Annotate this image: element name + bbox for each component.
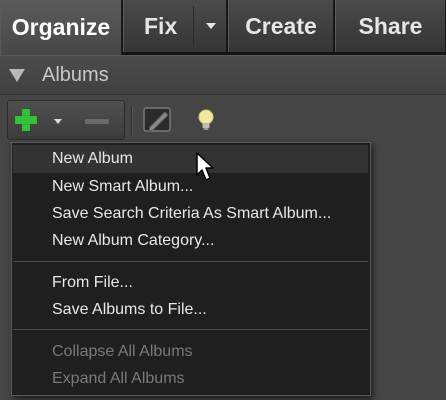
albums-toolbar (7, 100, 445, 140)
menu-separator (13, 261, 368, 262)
tab-organize-label: Organize (11, 14, 111, 40)
tab-share[interactable]: Share (335, 0, 446, 52)
albums-title: Albums (42, 64, 109, 86)
add-album-button[interactable] (13, 105, 67, 137)
menu-item-save-search-criteria[interactable]: Save Search Criteria As Smart Album... (13, 200, 368, 228)
menu-item-new-smart-album[interactable]: New Smart Album... (13, 173, 368, 201)
tab-create[interactable]: Create (228, 0, 334, 52)
edit-icon (143, 107, 171, 132)
menu-item-new-album[interactable]: New Album (13, 145, 368, 173)
tab-fix-label: Fix (144, 12, 178, 39)
chevron-down-icon (206, 23, 216, 29)
tips-button[interactable] (191, 105, 221, 135)
remove-album-button[interactable] (80, 105, 116, 137)
tab-create-label: Create (245, 12, 317, 39)
albums-header[interactable]: Albums (0, 55, 446, 95)
add-remove-group (7, 100, 125, 140)
workspace-tab-bar: Organize Fix Create Share (0, 0, 446, 55)
toolbar-divider (131, 106, 133, 136)
tab-fix[interactable]: Fix (123, 0, 227, 52)
edit-album-button[interactable] (141, 105, 175, 135)
tab-organize[interactable]: Organize (0, 0, 122, 55)
menu-item-new-album-category[interactable]: New Album Category... (13, 227, 368, 255)
menu-item-expand-all-albums: Expand All Albums (52, 370, 185, 387)
chevron-down-icon (54, 119, 62, 124)
collapse-triangle-icon[interactable] (9, 69, 25, 82)
fix-dropdown-button[interactable] (194, 0, 228, 52)
tab-share-label: Share (358, 12, 423, 39)
menu-separator (13, 329, 368, 330)
menu-item-from-file[interactable]: From File... (13, 269, 368, 297)
menu-item-collapse-all-albums: Collapse All Albums (52, 343, 193, 360)
mouse-pointer-icon (196, 152, 214, 181)
add-album-menu: New Album New Smart Album... Save Search… (11, 142, 371, 396)
menu-item-save-albums-to-file[interactable]: Save Albums to File... (13, 296, 368, 324)
lightbulb-icon (198, 109, 214, 130)
minus-icon (85, 119, 109, 124)
